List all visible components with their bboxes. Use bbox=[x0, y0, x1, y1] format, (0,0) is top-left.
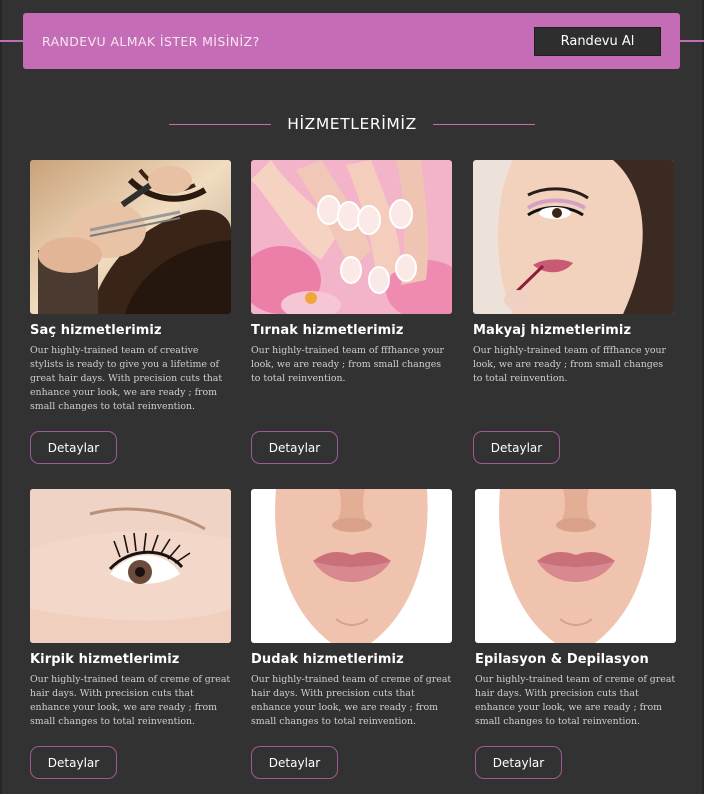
details-button[interactable]: Detaylar bbox=[251, 746, 338, 779]
service-title: Dudak hizmetlerimiz bbox=[251, 652, 404, 667]
service-description: Our highly-trained team of creative styl… bbox=[30, 345, 223, 412]
lips-face-photo bbox=[251, 489, 452, 643]
service-description: Our highly-trained team of creme of grea… bbox=[30, 674, 231, 727]
services-heading: HİZMETLERİMİZ bbox=[0, 112, 704, 136]
makeup-woman-photo bbox=[473, 160, 674, 314]
services-title: HİZMETLERİMİZ bbox=[287, 115, 417, 133]
appointment-banner: RANDEVU ALMAK İSTER MİSİNİZ? Randevu Al bbox=[23, 13, 680, 69]
service-card-nails: Tırnak hizmetlerimiz Our highly-trained … bbox=[251, 160, 452, 464]
service-title: Tırnak hizmetlerimiz bbox=[251, 323, 404, 338]
lips-face-photo bbox=[475, 489, 676, 643]
appointment-button[interactable]: Randevu Al bbox=[534, 26, 661, 56]
service-title: Kirpik hizmetlerimiz bbox=[30, 652, 180, 667]
service-description: Our highly-trained team of creme of grea… bbox=[251, 674, 452, 727]
details-button[interactable]: Detaylar bbox=[251, 431, 338, 464]
details-button[interactable]: Detaylar bbox=[30, 746, 117, 779]
service-description: Our highly-trained team of fffhance your… bbox=[473, 345, 667, 384]
service-title: Epilasyon & Depilasyon bbox=[475, 652, 649, 667]
service-card-eyelash: Kirpik hizmetlerimiz Our highly-trained … bbox=[30, 489, 231, 779]
heading-rule-right bbox=[432, 123, 535, 125]
service-card-makeup: Makyaj hizmetlerimiz Our highly-trained … bbox=[473, 160, 674, 464]
service-card-lips: Dudak hizmetlerimiz Our highly-trained t… bbox=[251, 489, 452, 779]
service-card-hair: Saç hizmetlerimiz Our highly-trained tea… bbox=[30, 160, 231, 464]
details-button[interactable]: Detaylar bbox=[475, 746, 562, 779]
details-button[interactable]: Detaylar bbox=[473, 431, 560, 464]
details-button[interactable]: Detaylar bbox=[30, 431, 117, 464]
appointment-prompt: RANDEVU ALMAK İSTER MİSİNİZ? bbox=[42, 33, 260, 49]
service-description: Our highly-trained team of fffhance your… bbox=[251, 345, 445, 384]
service-card-epilation: Epilasyon & Depilasyon Our highly-traine… bbox=[475, 489, 676, 779]
hair-cutting-photo bbox=[30, 160, 231, 314]
service-description: Our highly-trained team of creme of grea… bbox=[475, 674, 676, 727]
heading-rule-left bbox=[169, 123, 272, 125]
service-title: Makyaj hizmetlerimiz bbox=[473, 323, 632, 338]
service-title: Saç hizmetlerimiz bbox=[30, 323, 162, 338]
eyelash-closeup-photo bbox=[30, 489, 231, 643]
manicure-nails-photo bbox=[251, 160, 452, 314]
